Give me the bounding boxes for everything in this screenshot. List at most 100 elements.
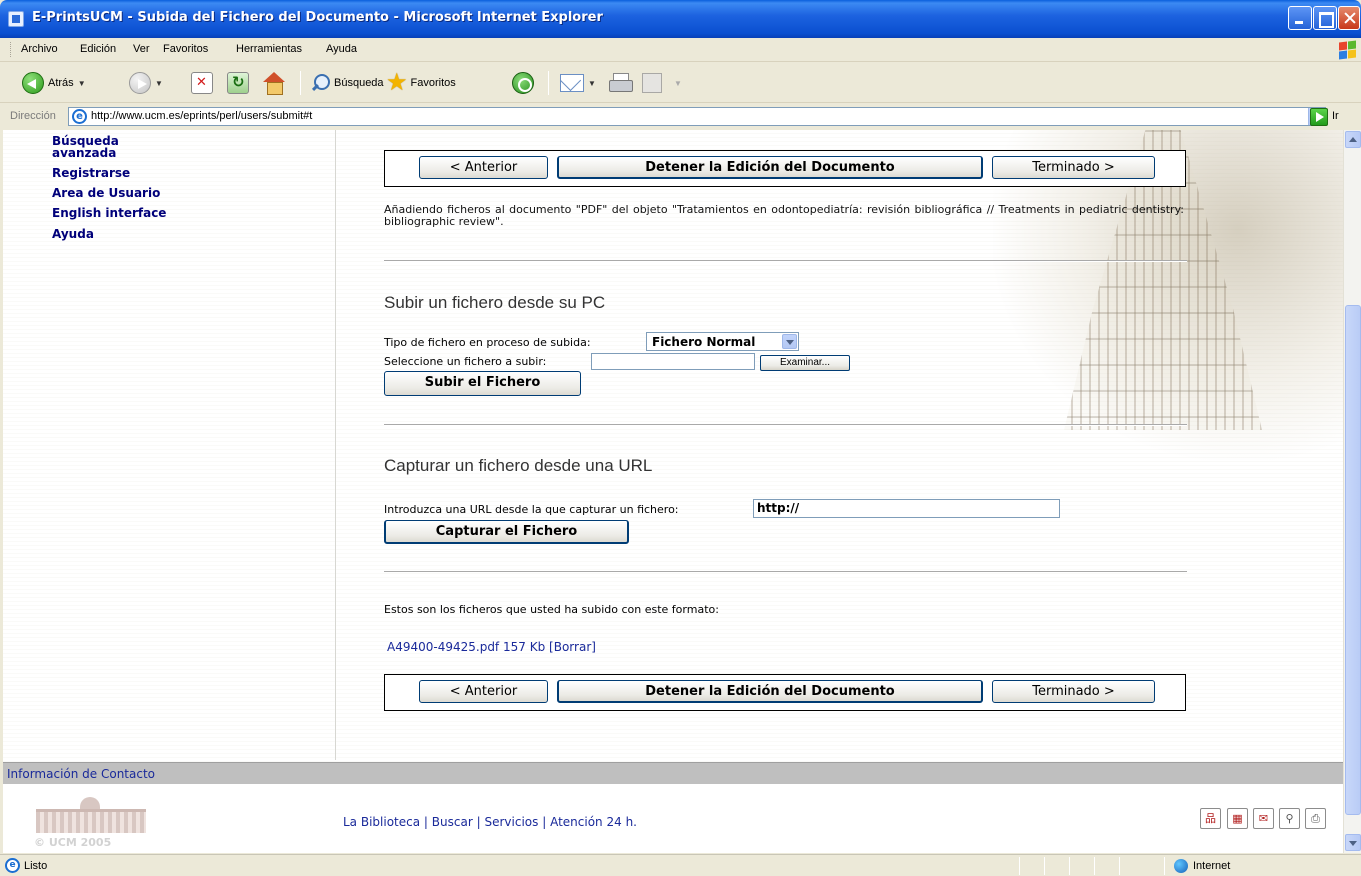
mail-dropdown-icon[interactable]: ▼: [588, 79, 596, 88]
sidebar-item-avanzada[interactable]: avanzada: [52, 147, 116, 160]
back-arrow-icon: [22, 72, 44, 94]
footer-separator: |: [476, 815, 481, 829]
search-button[interactable]: Búsqueda: [310, 67, 384, 99]
minimize-button[interactable]: [1288, 6, 1312, 30]
footer-link-biblioteca[interactable]: La Biblioteca: [343, 815, 420, 829]
vertical-scrollbar[interactable]: [1343, 130, 1361, 853]
sitemap-icon[interactable]: 品: [1200, 808, 1221, 829]
address-url[interactable]: http://www.ucm.es/eprints/perl/users/sub…: [91, 110, 312, 122]
mail-icon[interactable]: ✉: [1253, 808, 1274, 829]
globe-icon: [1174, 859, 1188, 873]
back-dropdown-icon[interactable]: ▼: [78, 79, 86, 88]
previous-button[interactable]: < Anterior: [419, 156, 548, 179]
previous-button[interactable]: < Anterior: [419, 680, 548, 703]
top-nav-button-bar: < Anterior Detener la Edición del Docume…: [384, 150, 1186, 187]
history-button[interactable]: [512, 67, 534, 99]
print-icon[interactable]: ⎙: [1305, 808, 1326, 829]
footer-link-buscar[interactable]: Buscar: [432, 815, 473, 829]
back-button[interactable]: Atrás ▼: [22, 67, 86, 99]
copyright: © UCM 2005: [34, 836, 112, 849]
footer: © UCM 2005 La Biblioteca | Buscar | Serv…: [3, 784, 1343, 853]
refresh-button[interactable]: [227, 67, 249, 99]
upload-section-title: Subir un fichero desde su PC: [384, 293, 606, 312]
status-divider: [1164, 857, 1165, 875]
bottom-nav-button-bar: < Anterior Detener la Edición del Docume…: [384, 674, 1186, 711]
window-title: E-PrintsUCM - Subida del Fichero del Doc…: [32, 10, 603, 25]
edit-icon: [642, 73, 662, 93]
footer-link-atencion[interactable]: Atención 24 h.: [550, 815, 637, 829]
stop-editing-button[interactable]: Detener la Edición del Documento: [557, 680, 983, 703]
print-button[interactable]: [608, 67, 633, 99]
done-button[interactable]: Terminado >: [992, 156, 1155, 179]
menu-bar: Archivo Edición Ver Favoritos Herramient…: [0, 38, 1361, 62]
forward-arrow-icon: [129, 72, 151, 94]
stop-icon: [191, 72, 213, 94]
menu-ver[interactable]: Ver: [133, 43, 150, 55]
close-button[interactable]: [1338, 6, 1360, 30]
history-icon: [512, 72, 534, 94]
sidebar-item-english[interactable]: English interface: [52, 207, 166, 220]
ucm-building-logo: [32, 797, 150, 837]
menu-herramientas[interactable]: Herramientas: [236, 43, 302, 55]
search-icon[interactable]: ⚲: [1279, 808, 1300, 829]
go-button[interactable]: Ir: [1332, 110, 1339, 122]
page-icon: e: [72, 109, 87, 124]
sidebar-item-area-usuario[interactable]: Area de Usuario: [52, 187, 160, 200]
delete-file-link[interactable]: [Borrar]: [549, 640, 596, 654]
url-label: Introduzca una URL desde la que capturar…: [384, 503, 679, 516]
file-path-input[interactable]: [591, 353, 755, 370]
forward-dropdown-icon[interactable]: ▼: [155, 79, 163, 88]
scroll-thumb[interactable]: [1345, 305, 1361, 815]
status-divider: [1094, 857, 1095, 875]
uploaded-file-size: 157 Kb: [503, 640, 546, 654]
edit-button[interactable]: ▼: [642, 67, 682, 99]
capture-file-button[interactable]: Capturar el Fichero: [384, 520, 629, 544]
divider: [384, 260, 1187, 262]
windows-flag-icon: [1336, 39, 1358, 61]
scroll-up-icon[interactable]: [1345, 131, 1361, 148]
uploaded-file-row: A49400-49425.pdf 157 Kb [Borrar]: [387, 640, 596, 654]
sidebar-item-ayuda[interactable]: Ayuda: [52, 228, 94, 241]
contact-link[interactable]: Información de Contacto: [7, 767, 155, 781]
toolbar-separator: [300, 71, 301, 95]
favorites-button[interactable]: ★ Favoritos: [386, 67, 456, 99]
stop-button[interactable]: [191, 67, 213, 99]
done-button[interactable]: Terminado >: [992, 680, 1155, 703]
upload-file-button[interactable]: Subir el Fichero: [384, 371, 581, 396]
select-file-label: Seleccione un fichero a subir:: [384, 355, 547, 368]
toolbar: Atrás ▼ ▼ Búsqueda ★ Favoritos: [0, 63, 1361, 103]
select-arrow-icon[interactable]: [782, 334, 797, 349]
stop-editing-button[interactable]: Detener la Edición del Documento: [557, 156, 983, 179]
edit-dropdown-icon[interactable]: ▼: [674, 79, 682, 88]
sidebar-item-registrarse[interactable]: Registrarse: [52, 167, 130, 180]
directory-icon[interactable]: ▦: [1227, 808, 1248, 829]
menu-edicion[interactable]: Edición: [80, 43, 116, 55]
footer-link-servicios[interactable]: Servicios: [484, 815, 538, 829]
home-button[interactable]: [262, 67, 286, 99]
menu-archivo[interactable]: Archivo: [21, 43, 58, 55]
mail-button[interactable]: ▼: [560, 67, 596, 99]
file-type-value: Fichero Normal: [652, 335, 756, 349]
url-section-title: Capturar un fichero desde una URL: [384, 456, 653, 475]
browse-button[interactable]: Examinar...: [760, 355, 850, 371]
maximize-button[interactable]: [1313, 6, 1337, 30]
uploaded-file-link[interactable]: A49400-49425.pdf: [387, 640, 499, 654]
url-input[interactable]: http://: [753, 499, 1060, 518]
page-status-icon: e: [5, 858, 20, 873]
divider: [384, 571, 1187, 573]
menu-favoritos[interactable]: Favoritos: [163, 43, 208, 55]
address-input[interactable]: e http://www.ucm.es/eprints/perl/users/s…: [68, 107, 1326, 126]
favorites-label: Favoritos: [410, 77, 456, 89]
back-label: Atrás: [48, 77, 74, 89]
page-viewport: Búsqueda avanzada Registrarse Area de Us…: [3, 130, 1343, 853]
go-arrow-icon[interactable]: [1310, 108, 1328, 126]
star-icon: ★: [386, 69, 408, 96]
scroll-down-icon[interactable]: [1345, 834, 1361, 851]
menu-ayuda[interactable]: Ayuda: [326, 43, 357, 55]
status-divider: [1044, 857, 1045, 875]
forward-button[interactable]: ▼: [129, 67, 163, 99]
title-bar: E-PrintsUCM - Subida del Fichero del Doc…: [0, 0, 1361, 38]
file-type-select[interactable]: Fichero Normal: [646, 332, 799, 351]
footer-links: La Biblioteca | Buscar | Servicios | Ate…: [343, 815, 637, 829]
sidebar: Búsqueda avanzada Registrarse Area de Us…: [3, 130, 336, 760]
